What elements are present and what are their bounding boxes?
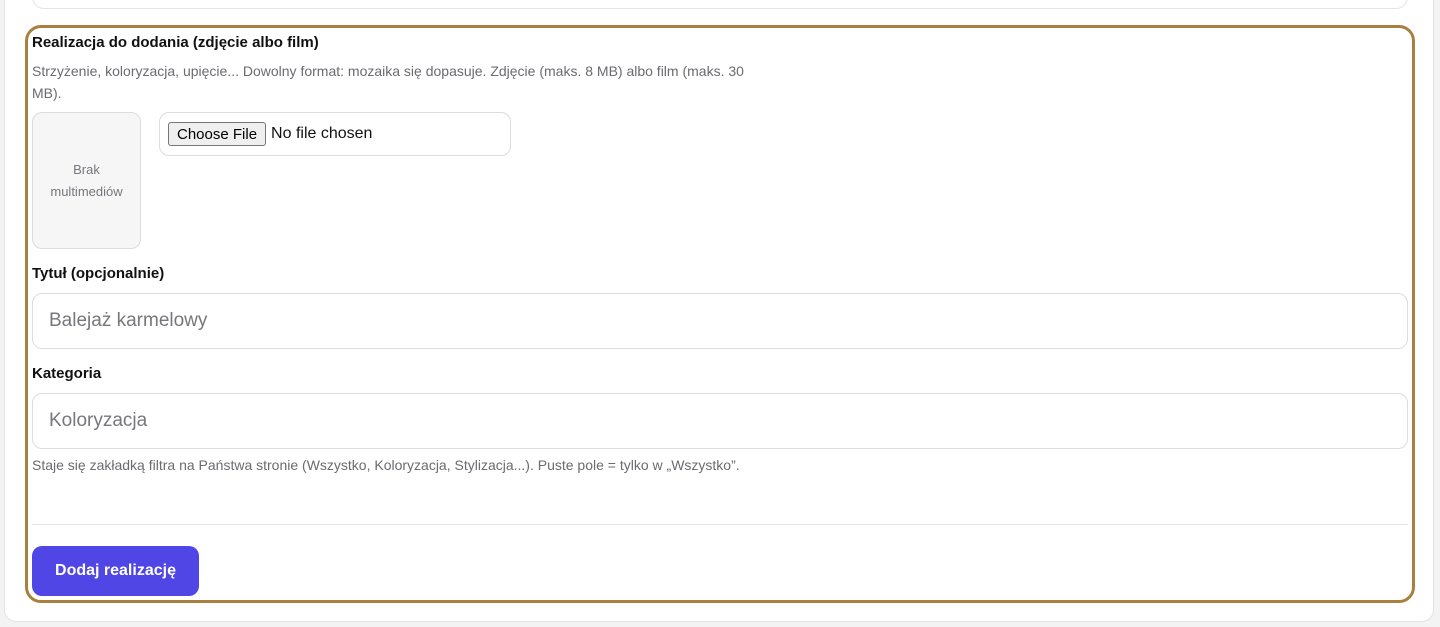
title-input[interactable] — [32, 293, 1408, 349]
file-status-text: No file chosen — [271, 125, 373, 142]
choose-file-button[interactable]: Choose File — [168, 122, 267, 146]
category-input[interactable] — [32, 393, 1408, 449]
previous-item-card — [32, 0, 1408, 9]
media-preview-empty-line2: multimediów — [50, 183, 123, 199]
file-input[interactable]: Choose File No file chosen — [159, 112, 511, 156]
form-divider — [32, 524, 1408, 525]
media-preview-empty-line1: Brak — [73, 161, 100, 177]
category-field-hint: Staje się zakładką filtra na Państwa str… — [32, 457, 740, 473]
media-field-hint: Strzyżenie, koloryzacja, upięcie... Dowo… — [32, 63, 744, 101]
media-field-label: Realizacja do dodania (zdjęcie albo film… — [32, 34, 319, 51]
category-field-label: Kategoria — [32, 365, 102, 382]
media-preview-placeholder: Brak multimediów — [32, 112, 141, 249]
add-work-button[interactable]: Dodaj realizację — [32, 546, 199, 596]
title-field-label: Tytuł (opcjonalnie) — [32, 265, 165, 282]
